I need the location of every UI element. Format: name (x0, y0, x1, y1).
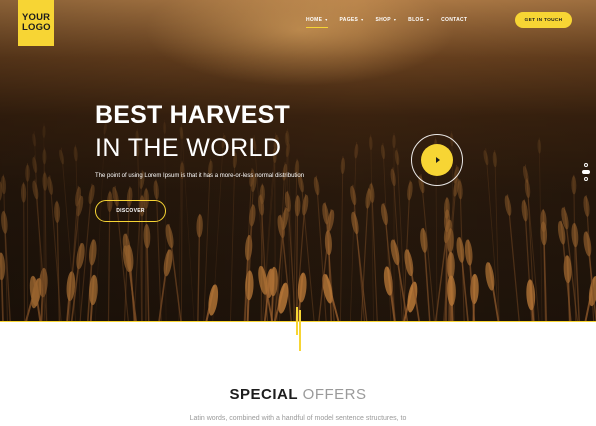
discover-button[interactable]: DISCOVER (95, 200, 166, 222)
hero-description: The point of using Lorem Ipsum is that i… (95, 173, 305, 179)
page: YOUR LOGO HOME ▾ PAGES ▾ SHOP ▾ BLOG ▾ C… (0, 0, 596, 426)
slider-dots (581, 163, 591, 184)
hero-subheadline: IN THE WORLD (95, 134, 282, 162)
section-title-light: OFFERS (302, 386, 367, 403)
section-title-bold: SPECIAL (229, 386, 298, 403)
chevron-down-icon: ▾ (393, 17, 397, 22)
hero-section: YOUR LOGO HOME ▾ PAGES ▾ SHOP ▾ BLOG ▾ C… (0, 0, 596, 322)
nav-item-label: CONTACT (441, 17, 468, 23)
section-title: SPECIAL OFFERS (0, 386, 596, 403)
nav-item-shop[interactable]: SHOP ▾ (375, 16, 396, 24)
play-button-circle (421, 144, 453, 176)
chevron-down-icon: ▾ (361, 17, 364, 22)
get-in-touch-button[interactable]: GET IN TOUCH (515, 12, 572, 28)
chevron-down-icon: ▾ (426, 17, 430, 22)
nav-item-contact[interactable]: CONTACT (441, 16, 467, 24)
nav-item-home[interactable]: HOME ▾ (306, 16, 328, 28)
slider-dot-active[interactable] (582, 170, 590, 174)
nav-item-pages[interactable]: PAGES ▾ (340, 16, 364, 24)
hero-overlay (0, 0, 596, 322)
section-description: Latin words, combined with a handful of … (189, 415, 407, 422)
hero-headline: BEST HARVEST (95, 101, 291, 129)
video-play-button[interactable] (411, 134, 463, 186)
main-nav: HOME ▾ PAGES ▾ SHOP ▾ BLOG ▾ CONTACT (306, 16, 479, 28)
hero-bottom-border (0, 321, 596, 322)
chevron-down-icon: ▾ (325, 17, 328, 22)
nav-item-label: PAGES (339, 17, 359, 23)
slider-dot[interactable] (584, 177, 588, 181)
play-icon (435, 157, 440, 163)
slider-dot[interactable] (584, 163, 588, 167)
logo[interactable]: YOUR LOGO (18, 0, 54, 46)
logo-line-2: LOGO (22, 22, 51, 33)
nav-item-label: BLOG (408, 17, 424, 23)
scroll-indicator-line (299, 310, 301, 351)
nav-item-label: SHOP (375, 17, 391, 23)
nav-item-blog[interactable]: BLOG ▾ (408, 16, 429, 24)
nav-item-label: HOME (306, 17, 323, 23)
scroll-indicator-line (296, 307, 298, 335)
